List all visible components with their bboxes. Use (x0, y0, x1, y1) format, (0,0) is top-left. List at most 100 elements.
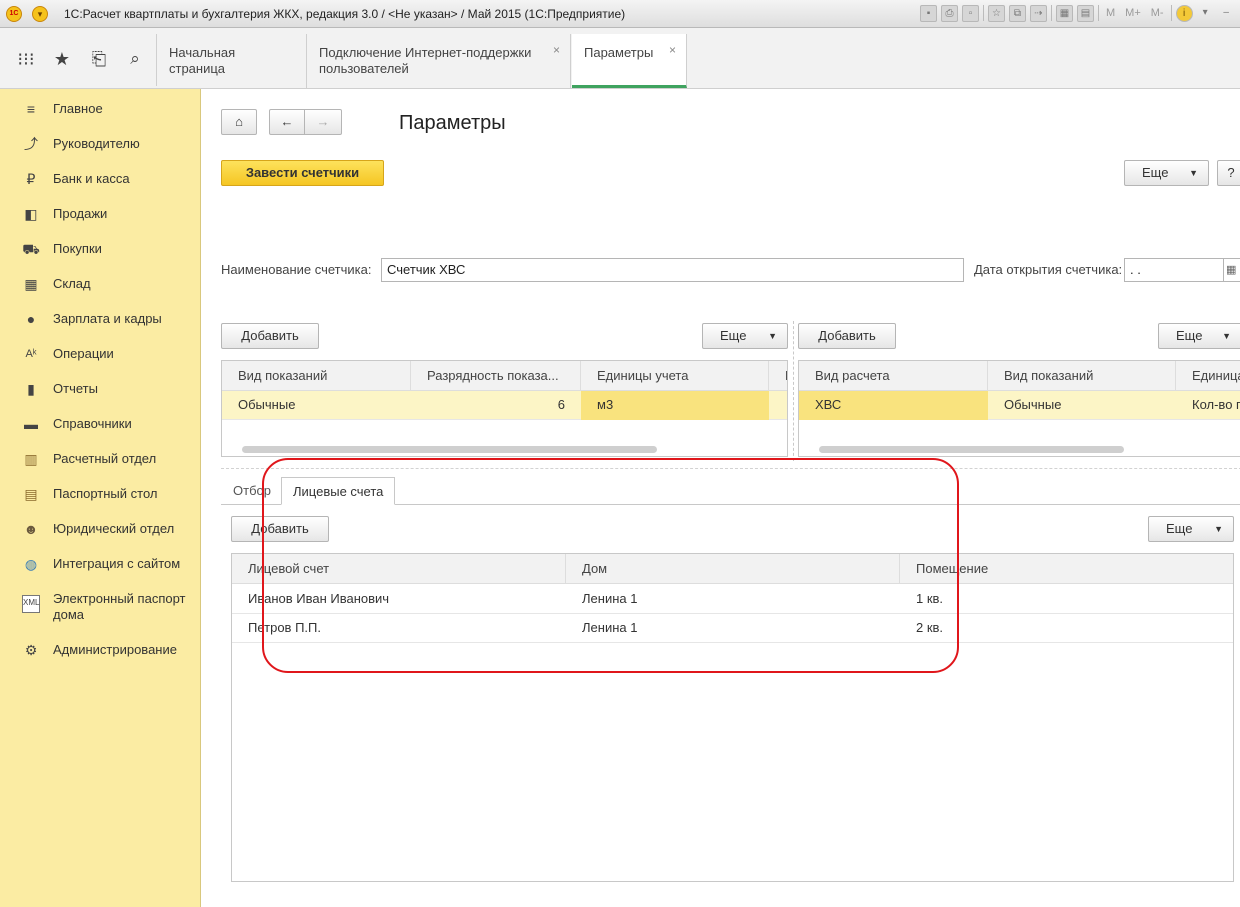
sidebar-item-label: Зарплата и кадры (53, 311, 162, 326)
sidebar-item-legal[interactable]: ☻ Юридический отдел (0, 519, 201, 549)
passport-icon: ▤ (24, 486, 38, 502)
sidebar-item-label: Главное (53, 101, 103, 116)
sidebar-item-site-integration[interactable]: ◍ Интеграция с сайтом (0, 554, 201, 584)
search-icon[interactable]: ⌕ (124, 48, 146, 70)
close-icon[interactable]: × (553, 42, 560, 58)
more-label: Еще (1142, 165, 1169, 180)
more-label: Еще (1166, 521, 1193, 536)
calculator-icon[interactable]: ▦ (1056, 5, 1073, 22)
sections-grid-icon[interactable]: ⁝⁝⁝ (15, 48, 37, 70)
calendar-picker-button[interactable]: ▦ (1223, 258, 1240, 282)
toolbar-separator (1170, 5, 1172, 21)
print-icon[interactable]: ⎙ (941, 5, 958, 22)
tab-label: Подключение Интернет-поддержки пользоват… (319, 45, 532, 76)
history-icon[interactable]: ⎗ (88, 48, 110, 70)
memory-minus-button[interactable]: M- (1148, 5, 1167, 23)
close-icon[interactable]: × (669, 42, 676, 58)
dropdown-icon[interactable]: ▾ (1197, 5, 1214, 22)
arrow-right-icon: → (316, 114, 330, 129)
open-date-input[interactable]: . . (1124, 258, 1224, 282)
tab-internet-support[interactable]: Подключение Интернет-поддержки пользоват… (307, 34, 571, 89)
form-content: ⌂ ← → Параметры Завести счетчики Еще ▼ ?… (202, 89, 1240, 907)
sidebar-item-references[interactable]: ▬ Справочники (0, 414, 201, 444)
link-icon[interactable]: ⇢ (1030, 5, 1047, 22)
favorites-star-icon[interactable]: ★ (51, 48, 73, 70)
reading-types-table: Вид показаний Разрядность показа... Един… (221, 360, 788, 457)
right-more-button[interactable]: Еще ▼ (1158, 323, 1240, 349)
create-meters-button[interactable]: Завести счетчики (221, 160, 384, 186)
toolbar-separator (1051, 5, 1052, 21)
ruble-icon: ₽ (26, 171, 36, 187)
minimize-icon[interactable]: – (1218, 5, 1235, 22)
window-title: 1С:Расчет квартплаты и бухгалтерия ЖКХ, … (64, 7, 626, 21)
horizontal-scrollbar[interactable] (242, 446, 657, 453)
column-header[interactable]: Единицы учета (581, 361, 769, 391)
sidebar-item-admin[interactable]: ⚙ Администрирование (0, 640, 201, 670)
meter-name-input[interactable]: Счетчик ХВС (381, 258, 964, 282)
sidebar-item-label: Расчетный отдел (53, 451, 157, 466)
sidebar-item-main[interactable]: ≡ Главное (0, 99, 201, 129)
column-header[interactable]: Единица (1176, 361, 1240, 391)
sidebar-item-reports[interactable]: ▮ Отчеты (0, 379, 201, 409)
sidebar-item-label: Руководителю (53, 136, 140, 151)
meter-name-label: Наименование счетчика: (221, 262, 372, 277)
sidebar-item-e-passport[interactable]: XML Электронный паспорт дома (0, 589, 201, 629)
sidebar-item-purchases[interactable]: ⛟ Покупки (0, 239, 201, 269)
memory-plus-button[interactable]: M+ (1122, 5, 1144, 23)
bar-chart-icon: ▮ (27, 381, 35, 397)
more-menu-button[interactable]: Еще ▼ (1124, 160, 1209, 186)
calendar-icon[interactable]: ▤ (1077, 5, 1094, 22)
column-header[interactable]: Вид расчета (799, 361, 988, 391)
info-icon[interactable]: i (1175, 5, 1193, 22)
book-icon: ▬ (24, 416, 38, 432)
sidebar-item-passport[interactable]: ▤ Паспортный стол (0, 484, 201, 514)
toolbar-separator (983, 5, 984, 21)
table-cell: 6 (557, 397, 565, 412)
tab-parameters[interactable]: Параметры × (572, 34, 687, 88)
accounts-more-button[interactable]: Еще ▼ (1148, 516, 1234, 542)
tab-label: Параметры (584, 45, 654, 60)
main-menu-button[interactable]: ▾ (32, 6, 48, 22)
table-cell: м3 (581, 391, 769, 420)
table-row[interactable]: ХВС Обычные Кол-во п (799, 391, 1240, 420)
left-add-button[interactable]: Добавить (221, 323, 319, 349)
sidebar-item-label: Покупки (53, 241, 102, 256)
save-icon[interactable]: ▪ (920, 5, 937, 22)
dropdown-arrow-icon: ▼ (768, 331, 777, 341)
table-cell: ХВС (799, 391, 988, 420)
right-add-button[interactable]: Добавить (798, 323, 896, 349)
favorite-add-icon[interactable]: ☆ (988, 5, 1005, 22)
sidebar-item-label: Паспортный стол (53, 486, 158, 501)
sidebar-item-label: Справочники (53, 416, 132, 431)
sidebar-item-operations[interactable]: Aᵏ Операции (0, 344, 201, 374)
sidebar-item-manager[interactable]: ⤴ Руководителю (0, 134, 201, 164)
open-date-label: Дата открытия счетчика: (974, 262, 1123, 277)
memory-button[interactable]: M (1103, 5, 1118, 23)
arrow-left-icon: ← (280, 114, 294, 129)
table-header: Вид показаний Разрядность показа... Един… (222, 361, 787, 391)
panel-splitter[interactable] (793, 321, 794, 461)
tab-home[interactable]: Начальная страница (157, 34, 307, 89)
sidebar-item-bank[interactable]: ₽ Банк и касса (0, 169, 201, 199)
column-header[interactable]: Вид показаний (988, 361, 1176, 391)
table-row[interactable]: Обычные 6 м3 (222, 391, 787, 420)
more-label: Еще (720, 328, 747, 343)
horizontal-scrollbar[interactable] (819, 446, 1124, 453)
column-header[interactable]: Н (769, 361, 787, 391)
gear-icon: ⚙ (24, 642, 38, 658)
preview-icon[interactable]: ▫ (962, 5, 979, 22)
page-title: Параметры (399, 112, 506, 134)
home-button[interactable]: ⌂ (221, 109, 257, 135)
forward-button[interactable]: → (304, 109, 342, 135)
sidebar-item-sales[interactable]: ◧ Продажи (0, 204, 201, 234)
sidebar-item-label: Юридический отдел (53, 521, 175, 536)
sidebar-item-warehouse[interactable]: ▦ Склад (0, 274, 201, 304)
back-button[interactable]: ← (269, 109, 305, 135)
sidebar-item-payroll[interactable]: ● Зарплата и кадры (0, 309, 201, 339)
left-more-button[interactable]: Еще ▼ (702, 323, 788, 349)
help-button[interactable]: ? (1217, 160, 1240, 186)
column-header[interactable]: Вид показаний (222, 361, 411, 391)
sidebar-item-billing[interactable]: ▥ Расчетный отдел (0, 449, 201, 479)
column-header[interactable]: Разрядность показа... (411, 361, 581, 391)
copy-link-icon[interactable]: ⧉ (1009, 5, 1026, 22)
